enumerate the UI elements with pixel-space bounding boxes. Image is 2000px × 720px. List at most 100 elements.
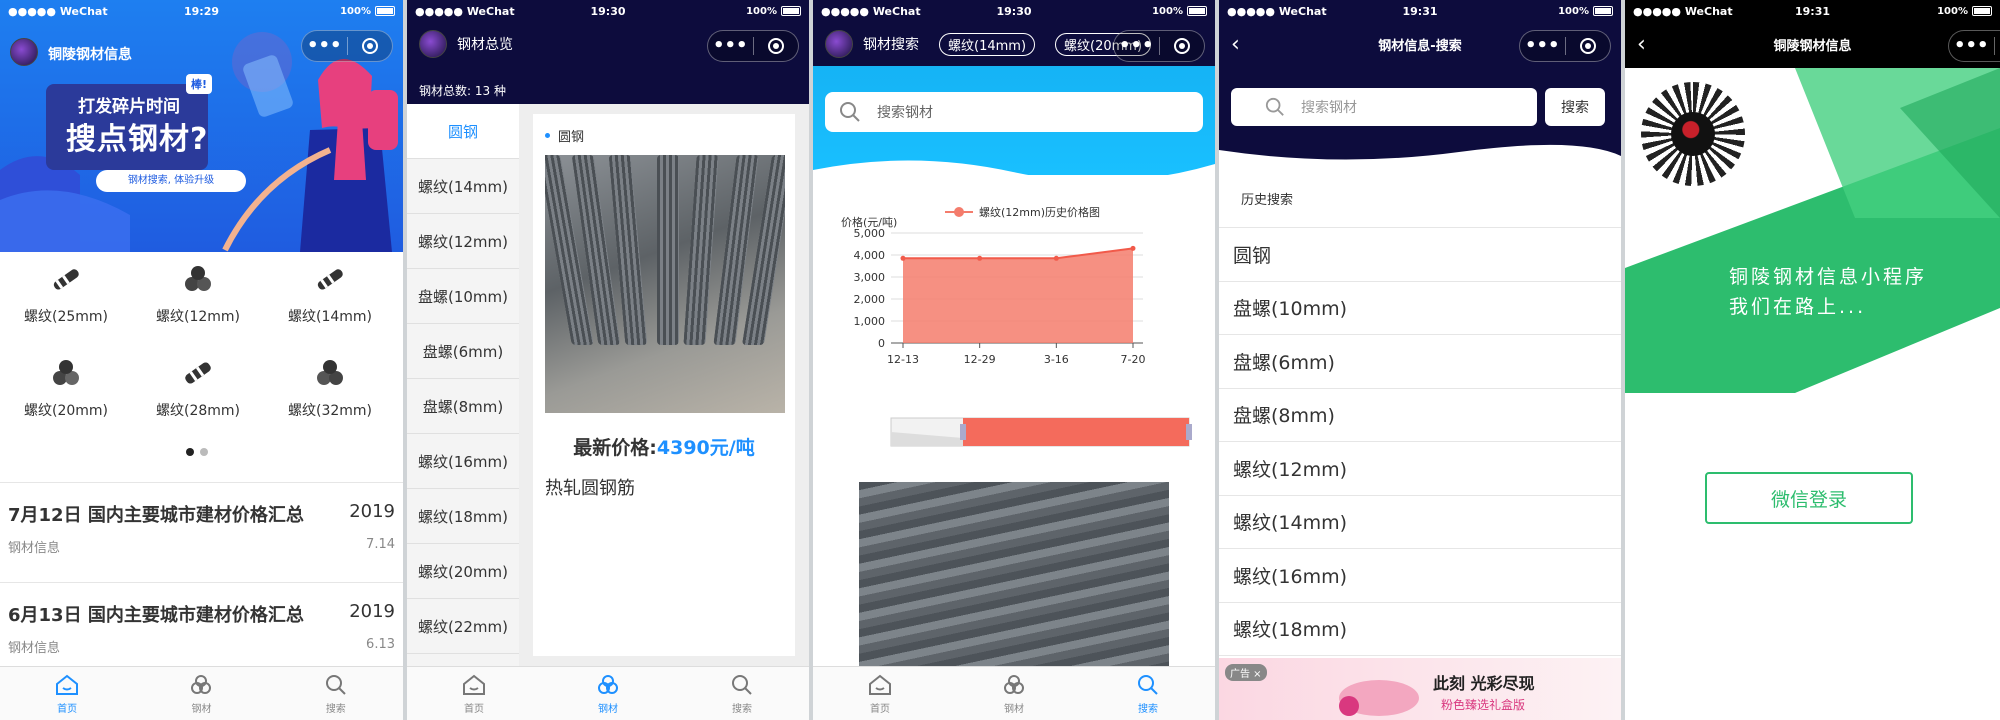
more-icon[interactable]: ••• <box>302 31 347 61</box>
slogan-line2: 我们在路上... <box>1729 296 1867 318</box>
tab-steel[interactable]: 钢材 <box>541 667 675 720</box>
tab-search[interactable]: 搜索 <box>269 667 403 720</box>
slogan: 铜陵钢材信息小程序 我们在路上... <box>1729 262 1927 322</box>
news-source: 钢材信息 <box>8 641 61 656</box>
close-icon[interactable] <box>754 38 799 54</box>
tab-label: 钢材 <box>598 703 618 715</box>
sidebar-item[interactable]: 螺纹(14mm) <box>407 159 519 214</box>
result-item[interactable]: 螺纹(14mm) <box>1219 496 1621 549</box>
grid-item[interactable]: 螺纹(12mm) <box>138 262 258 326</box>
result-list: 圆钢 盘螺(10mm) 盘螺(6mm) 盘螺(8mm) 螺纹(12mm) 螺纹(… <box>1219 228 1621 656</box>
nav-title: 铜陵钢材信息 <box>48 47 132 63</box>
result-item[interactable]: 盘螺(8mm) <box>1219 389 1621 442</box>
sidebar-item[interactable]: 盘螺(10mm) <box>407 269 519 324</box>
data-point[interactable] <box>900 255 906 261</box>
sidebar-item[interactable]: 螺纹(22mm) <box>407 599 519 654</box>
status-bar: ●●●●● WeChat 19:31 100% <box>1219 0 1621 22</box>
rebar-bundle-icon <box>185 266 211 291</box>
back-icon[interactable]: ‹ <box>1219 32 1259 57</box>
more-icon[interactable]: ••• <box>1949 31 1994 61</box>
data-point[interactable] <box>977 255 983 261</box>
tab-search[interactable]: 搜索 <box>675 667 809 720</box>
result-item[interactable]: 盘螺(6mm) <box>1219 335 1621 389</box>
tab-steel[interactable]: 钢材 <box>947 667 1081 720</box>
x-tick-label: 3-16 <box>1044 353 1069 366</box>
clock: 19:31 <box>1402 4 1438 18</box>
slider-handle[interactable] <box>1186 424 1192 440</box>
sidebar-item[interactable]: 螺纹(20mm) <box>407 544 519 599</box>
sidebar-item[interactable]: 螺纹(12mm) <box>407 214 519 269</box>
news-item[interactable]: 6月13日 国内主要城市建材价格汇总 2019 钢材信息 6.13 <box>0 582 403 656</box>
close-icon[interactable] <box>1160 38 1205 54</box>
clock: 19:30 <box>996 4 1032 18</box>
home-icon <box>463 674 485 695</box>
close-icon[interactable] <box>1566 38 1611 54</box>
price-label: 最新价格: <box>573 437 657 459</box>
result-item[interactable]: 螺纹(12mm) <box>1219 442 1621 496</box>
steel-photo <box>859 482 1169 668</box>
news-date: 7.14 <box>366 537 395 552</box>
tab-home[interactable]: 首页 <box>0 667 134 720</box>
search-icon <box>840 102 860 122</box>
result-item[interactable]: 螺纹(18mm) <box>1219 603 1621 656</box>
tab-label: 搜索 <box>732 703 752 715</box>
search-icon <box>1138 674 1158 695</box>
more-icon[interactable]: ••• <box>1114 31 1159 61</box>
wechat-login-button[interactable]: 微信登录 <box>1705 472 1913 524</box>
header-wave <box>1219 144 1621 170</box>
sidebar-item[interactable]: 圆钢 <box>407 104 519 159</box>
status-bar: ●●●●● WeChat 19:30 100% <box>407 0 809 22</box>
status-bar: ●●●●● WeChat 19:31 100% <box>1625 0 2000 22</box>
more-icon[interactable]: ••• <box>708 31 753 61</box>
y-tick-label: 0 <box>878 337 885 350</box>
battery-icon <box>1972 6 1992 16</box>
carousel-indicator <box>186 448 208 456</box>
chart-legend[interactable]: 螺纹(12mm)历史价格图 <box>945 205 1100 219</box>
mini-program-capsule: ••• <box>1948 30 2000 62</box>
search-input[interactable]: 搜索钢材 <box>825 92 1203 132</box>
search-icon <box>732 674 752 695</box>
data-point[interactable] <box>1130 245 1136 251</box>
grid-item[interactable]: 螺纹(32mm) <box>270 356 390 420</box>
data-point[interactable] <box>1053 255 1059 261</box>
more-icon[interactable]: ••• <box>1520 31 1565 61</box>
sidebar-item[interactable]: 螺纹(16mm) <box>407 434 519 489</box>
result-item[interactable]: 盘螺(10mm) <box>1219 282 1621 335</box>
grid-item[interactable]: 螺纹(28mm) <box>138 356 258 420</box>
sidebar-item[interactable]: 螺纹(18mm) <box>407 489 519 544</box>
search-icon <box>1265 97 1284 116</box>
search-button[interactable]: 搜索 <box>1545 88 1605 126</box>
tab-steel[interactable]: 钢材 <box>134 667 268 720</box>
battery-icon <box>1593 6 1613 16</box>
grid-item-label: 螺纹(32mm) <box>287 403 372 419</box>
price-value: 4390元/吨 <box>656 437 755 459</box>
product-card[interactable]: 圆钢 最新价格:4390元/吨 热轧圆钢筋 <box>533 114 795 656</box>
news-item[interactable]: 7月12日 国内主要城市建材价格汇总 2019 钢材信息 7.14 <box>0 482 403 556</box>
grid-item[interactable]: 螺纹(14mm) <box>270 262 390 326</box>
sidebar-item[interactable]: 盘螺(8mm) <box>407 379 519 434</box>
slider-handle[interactable] <box>960 424 966 440</box>
result-item[interactable]: 螺纹(16mm) <box>1219 549 1621 603</box>
ad-banner[interactable]: 广告 × 此刻 光彩尽现 粉色臻选礼盒版 <box>1219 658 1621 720</box>
legend-marker <box>954 207 964 217</box>
back-icon[interactable]: ‹ <box>1625 32 1665 57</box>
result-item[interactable]: 圆钢 <box>1219 228 1621 282</box>
close-icon[interactable] <box>1995 38 2000 54</box>
rebar-icon <box>53 269 79 290</box>
y-tick-label: 3,000 <box>854 271 886 284</box>
chart-zoom-slider[interactable] <box>890 417 1192 447</box>
news-year: 2019 <box>349 501 395 522</box>
tab-label: 搜索 <box>325 703 346 715</box>
price-history-chart: 价格(元/吨) 螺纹(12mm)历史价格图 01,0002,0003,0004,… <box>841 205 1192 447</box>
grid-item[interactable]: 螺纹(25mm) <box>6 262 126 326</box>
sidebar-item[interactable]: 盘螺(6mm) <box>407 324 519 379</box>
search-input[interactable]: 搜索钢材 <box>1231 88 1537 126</box>
grid-item[interactable]: 螺纹(20mm) <box>6 356 126 420</box>
tab-search[interactable]: 搜索 <box>1081 667 1215 720</box>
tab-home[interactable]: 首页 <box>407 667 541 720</box>
close-icon[interactable] <box>348 38 393 54</box>
header-wave <box>813 160 1215 190</box>
hot-search-chip[interactable]: 螺纹(14mm) <box>939 32 1036 56</box>
tab-label: 首页 <box>870 703 890 715</box>
tab-home[interactable]: 首页 <box>813 667 947 720</box>
